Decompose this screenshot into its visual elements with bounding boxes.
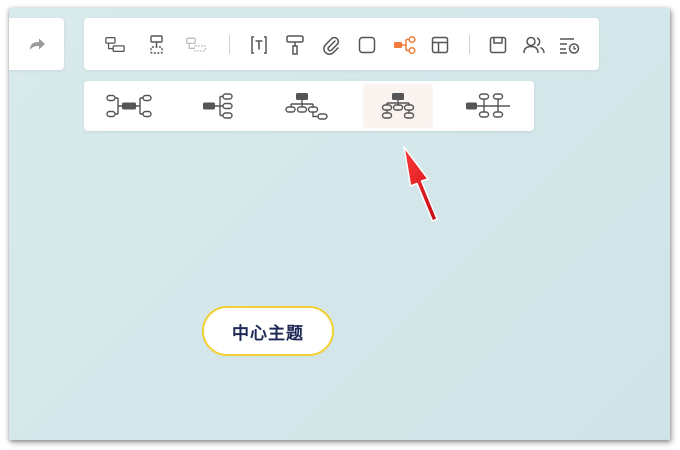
collaborators-button[interactable] [522,34,546,56]
attachment-button[interactable] [320,34,342,56]
main-toolbar [84,18,599,70]
redo-button[interactable] [28,36,46,52]
toolbar-divider [229,35,230,54]
timeline-horizontal-icon [466,93,510,118]
layout-option-logic-chart[interactable] [184,84,254,128]
format-painter-button[interactable] [284,34,306,56]
insert-parent-topic-icon [186,37,206,52]
logic-chart-right-icon [203,93,233,119]
structure-layout-icon [394,35,416,55]
structure-button[interactable] [392,34,418,56]
text-box-button[interactable] [248,34,270,56]
layout-option-timeline[interactable] [454,84,524,128]
text-box-icon [251,36,267,54]
mind-map-both-sides-icon [106,94,152,118]
format-painter-icon [286,35,304,55]
theme-layout-icon [431,36,449,54]
history-button[interactable] [557,34,581,56]
history-list-icon [560,38,580,54]
insert-parent-topic-button[interactable] [185,34,207,56]
central-topic-label: 中心主题 [232,323,304,344]
org-chart-down-right-icon [285,93,328,120]
shape-square-icon [358,36,376,54]
org-chart-down-icon [381,93,415,119]
central-topic-node[interactable]: 中心主题 [202,306,334,356]
theme-button[interactable] [429,34,451,56]
save-icon [489,36,507,54]
collaborators-icon [523,36,545,54]
toolbar-divider [469,35,470,54]
insert-subtopic-icon [105,37,125,53]
structure-options-panel [84,81,534,131]
attachment-icon [323,36,339,55]
annotation-arrow [403,146,438,222]
save-button[interactable] [487,34,509,56]
insert-subtopic-button[interactable] [104,34,126,56]
shape-button[interactable] [356,34,378,56]
insert-sibling-topic-icon [150,35,163,54]
layout-option-org-chart[interactable] [363,84,433,128]
redo-arrow-icon [30,38,45,50]
insert-sibling-topic-button[interactable] [146,34,168,56]
layout-option-org-chart-right[interactable] [271,84,341,128]
layout-option-mind-map[interactable] [94,84,164,128]
history-panel [9,18,64,70]
mind-map-canvas[interactable]: 中心主题 [9,8,670,440]
